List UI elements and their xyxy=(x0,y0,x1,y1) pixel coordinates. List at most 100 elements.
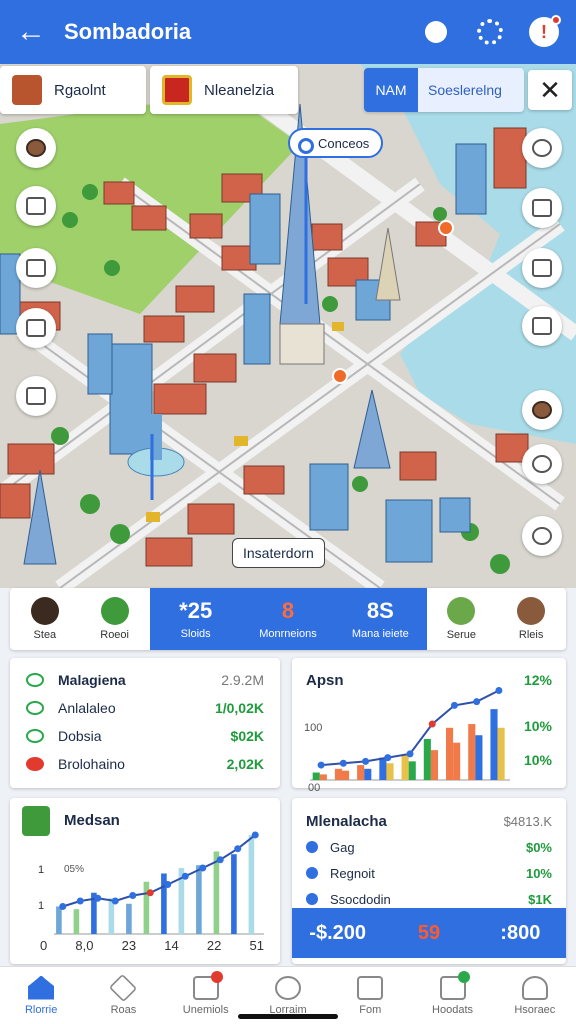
nav-messages[interactable]: Unemiols xyxy=(165,967,247,1024)
bar xyxy=(446,727,454,780)
bar xyxy=(73,909,80,934)
bar xyxy=(231,854,237,934)
data-point xyxy=(111,897,119,905)
percent-label: 10% xyxy=(523,752,552,768)
stat-right-1[interactable]: Serue xyxy=(427,588,497,650)
map-pin-label[interactable]: Conceos xyxy=(288,128,384,158)
grid-icon[interactable] xyxy=(16,308,56,348)
stat-right-2[interactable]: Rleis xyxy=(496,588,566,650)
tick-label: 51 xyxy=(249,938,264,953)
axis-label: 1 xyxy=(38,864,45,876)
building-icon[interactable] xyxy=(16,376,56,416)
avatar xyxy=(517,597,546,625)
stat-total: $4813.K xyxy=(503,813,552,829)
data-point xyxy=(428,720,436,728)
data-point xyxy=(181,872,189,880)
data-point xyxy=(406,750,414,758)
app-title: Sombadoria xyxy=(64,19,192,44)
fire-icon xyxy=(26,757,44,771)
total-b[interactable]: 59 xyxy=(383,922,474,945)
document-icon[interactable] xyxy=(522,248,562,288)
bar xyxy=(408,761,416,780)
gear-icon[interactable] xyxy=(522,128,562,168)
list-item[interactable]: Gag $0% xyxy=(306,834,552,860)
tick-label: 23 xyxy=(121,938,137,953)
nav-hoodats[interactable]: Hoodats xyxy=(411,967,493,1024)
sun-icon[interactable] xyxy=(522,444,562,484)
screen-icon[interactable] xyxy=(522,306,562,346)
bar xyxy=(468,724,476,780)
avatar xyxy=(30,597,59,625)
median-chart xyxy=(54,831,264,935)
notification-badge xyxy=(457,971,470,983)
total-c[interactable]: :800 xyxy=(475,922,566,945)
pencil-icon[interactable] xyxy=(16,248,56,288)
tick-label: 14 xyxy=(164,938,179,953)
toggle-map[interactable]: NAM xyxy=(364,68,418,112)
alert-icon[interactable]: ! xyxy=(528,15,561,48)
nav-fom[interactable]: Fom xyxy=(329,967,411,1024)
bar xyxy=(248,834,255,934)
totals-bar: -$.200 59 :800 xyxy=(292,908,566,958)
x-axis: 0 8,0 23 14 22 51 xyxy=(40,938,264,953)
stat-cell[interactable]: 8 Monrneions xyxy=(242,588,334,650)
toggle-other[interactable]: Soeslerelng xyxy=(418,82,524,98)
bar xyxy=(126,903,132,934)
list-item[interactable]: Malagiena 2.9.2M xyxy=(26,666,264,694)
list-item[interactable]: Dobsia $02K xyxy=(26,722,264,750)
percent-label: 12% xyxy=(523,672,552,688)
chat-bubble-icon[interactable] xyxy=(420,16,452,48)
diamond-icon xyxy=(109,973,138,1002)
card-title: Mlenalacha xyxy=(306,812,387,830)
resources-card: Malagiena 2.9.2M Anlalaleo 1/0,02K Dobsi… xyxy=(10,658,280,788)
arrow-left-icon[interactable]: ← xyxy=(16,15,52,49)
box-icon xyxy=(357,975,384,1000)
stat-left-1[interactable]: Stea xyxy=(10,588,80,650)
bar xyxy=(475,735,483,780)
notification-badge xyxy=(210,971,223,983)
bullet-icon xyxy=(306,841,318,853)
stat-cell[interactable]: 8S Mana ieiete xyxy=(334,588,426,650)
place-label[interactable]: Insaterdorn xyxy=(232,538,325,568)
list-item[interactable]: Brolohaino 2,02K xyxy=(26,750,264,778)
nav-home[interactable]: Rlorrie xyxy=(0,967,82,1024)
top-app-bar: ← Sombadoria ! xyxy=(0,0,576,64)
chart-icon[interactable] xyxy=(16,186,56,226)
bar xyxy=(423,738,431,780)
shield-icon xyxy=(162,75,192,105)
ticket-icon[interactable] xyxy=(522,188,562,228)
view-toggle[interactable]: NAM Soeslerelng xyxy=(364,68,524,112)
data-point xyxy=(495,686,503,694)
nav-roas[interactable]: Roas xyxy=(82,967,164,1024)
avatar[interactable] xyxy=(522,390,562,430)
data-point xyxy=(146,889,154,897)
home-indicator xyxy=(238,1014,338,1019)
data-point xyxy=(59,902,67,910)
bar xyxy=(497,727,505,780)
list-item[interactable]: Regnoit 10% xyxy=(306,860,552,886)
tab-region[interactable]: Rgaolnt xyxy=(0,66,146,114)
bar xyxy=(379,757,387,780)
tick-label: 8,0 xyxy=(75,938,94,953)
list-item[interactable]: Anlalaleo 1/0,02K xyxy=(26,694,264,722)
data-point xyxy=(199,864,207,872)
data-point xyxy=(216,856,224,864)
bar xyxy=(56,906,62,934)
home-icon xyxy=(28,975,55,1000)
stat-left-2[interactable]: Roeoi xyxy=(80,588,150,650)
bar xyxy=(453,742,461,780)
total-a[interactable]: -$.200 xyxy=(292,922,383,945)
tab-faction[interactable]: Nleanelzia xyxy=(150,66,298,114)
avatar[interactable] xyxy=(16,128,56,168)
settings-icon[interactable] xyxy=(522,516,562,556)
close-icon[interactable]: ✕ xyxy=(528,70,572,110)
avatar xyxy=(447,597,476,625)
data-point xyxy=(234,845,242,853)
swirl-icon xyxy=(26,729,44,743)
nav-profile[interactable]: Hsoraec xyxy=(494,967,576,1024)
data-point xyxy=(317,761,325,769)
bar xyxy=(364,768,372,780)
loading-dots-icon[interactable] xyxy=(474,16,506,48)
stat-cell[interactable]: *25 Sloids xyxy=(150,588,242,650)
data-point xyxy=(384,754,392,762)
